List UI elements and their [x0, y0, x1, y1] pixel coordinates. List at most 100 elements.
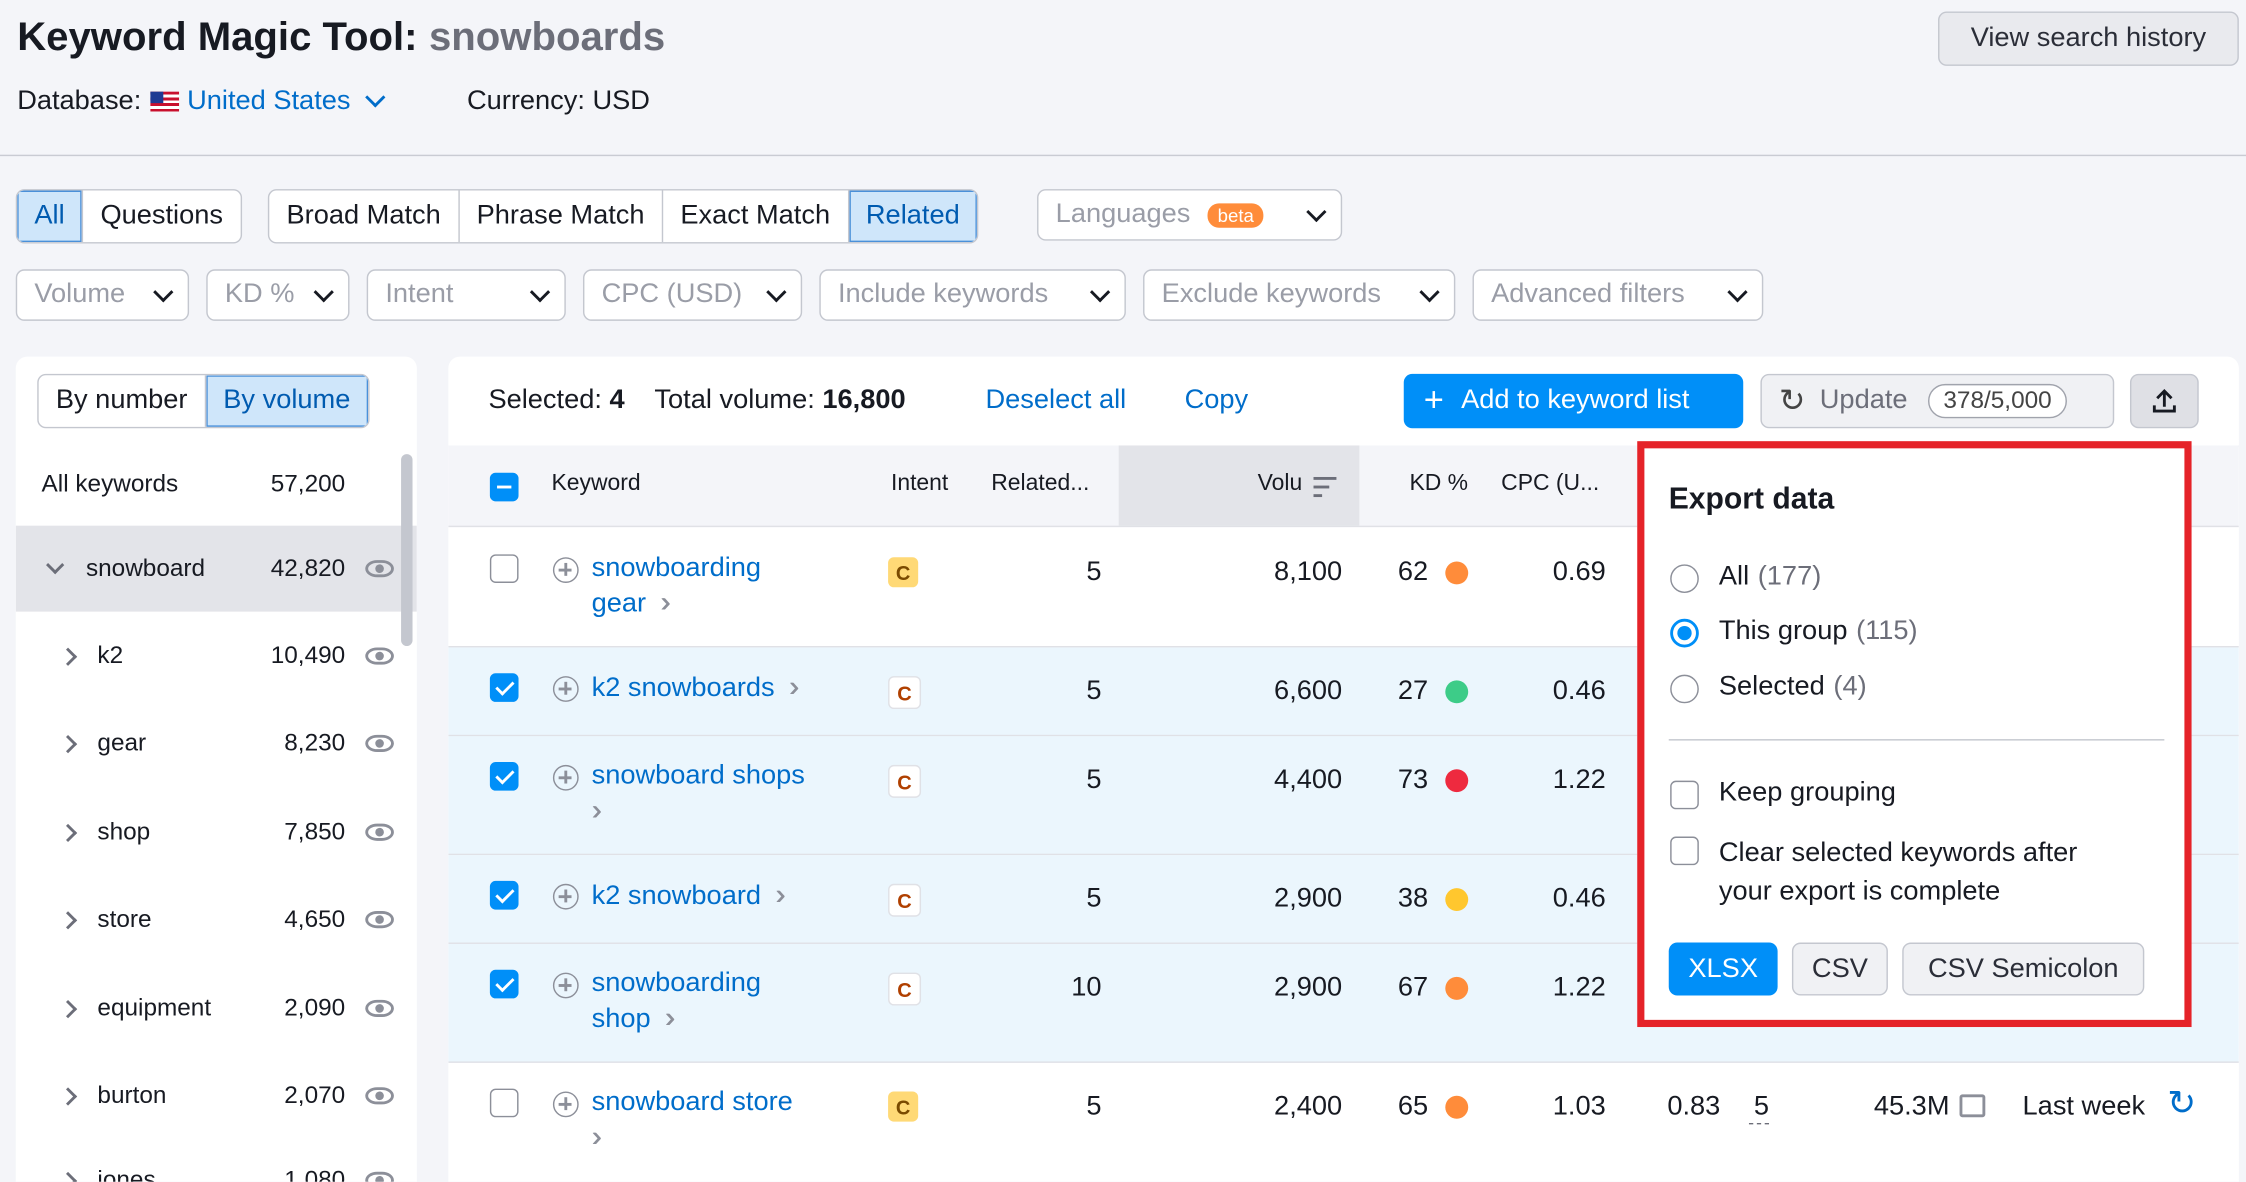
- chevron-down-icon: [46, 555, 65, 575]
- double-chevron-icon[interactable]: ››: [592, 1122, 605, 1154]
- tab-all[interactable]: All: [17, 190, 82, 243]
- tab-related[interactable]: Related: [847, 190, 977, 243]
- exclude-keywords-filter[interactable]: Exclude keywords: [1143, 269, 1456, 321]
- add-circle-icon[interactable]: [552, 1091, 579, 1118]
- group-item-k2[interactable]: k2 10,490: [16, 613, 400, 699]
- us-flag-icon: [149, 91, 179, 112]
- kd-difficulty-dot: [1445, 561, 1469, 585]
- add-circle-icon[interactable]: [552, 883, 579, 910]
- kd-filter[interactable]: KD %: [206, 269, 350, 321]
- copy-link[interactable]: Copy: [1185, 385, 1249, 417]
- group-item-gear[interactable]: gear 8,230: [16, 700, 400, 786]
- by-number-button[interactable]: By number: [39, 375, 205, 427]
- double-chevron-icon[interactable]: ››: [789, 672, 802, 704]
- intent-badge: C: [888, 676, 922, 710]
- double-chevron-icon[interactable]: ››: [660, 587, 673, 619]
- serp-preview-icon[interactable]: [1959, 1094, 1986, 1118]
- column-kd[interactable]: KD %: [1409, 471, 1468, 497]
- keep-grouping-label[interactable]: Keep grouping: [1719, 778, 1896, 810]
- eye-icon[interactable]: [365, 560, 394, 578]
- add-to-keyword-list-button[interactable]: + Add to keyword list: [1403, 373, 1744, 429]
- intent-filter[interactable]: Intent: [366, 269, 566, 321]
- view-search-history-button[interactable]: View search history: [1938, 11, 2239, 66]
- row-checkbox[interactable]: [489, 673, 519, 702]
- beta-badge: beta: [1207, 203, 1264, 228]
- chevron-right-icon: [58, 646, 78, 666]
- tab-questions[interactable]: Questions: [81, 190, 240, 243]
- tab-phrase-match[interactable]: Phrase Match: [457, 190, 662, 243]
- export-selected-radio[interactable]: [1670, 674, 1699, 704]
- row-checkbox[interactable]: [489, 1088, 519, 1118]
- tab-exact-match[interactable]: Exact Match: [661, 190, 848, 243]
- group-item-equipment[interactable]: equipment 2,090: [16, 965, 400, 1051]
- eye-icon[interactable]: [365, 734, 394, 753]
- eye-icon[interactable]: [365, 999, 394, 1018]
- row-checkbox[interactable]: [489, 969, 519, 999]
- export-all-option[interactable]: All (177): [1719, 562, 1821, 594]
- export-csv-semicolon-button[interactable]: CSV Semicolon: [1902, 942, 2145, 996]
- update-button[interactable]: ↻ Update 378/5,000: [1760, 373, 2115, 429]
- serp-features-count[interactable]: 5: [1748, 1091, 1770, 1125]
- column-cpc[interactable]: CPC (U...: [1501, 471, 1599, 497]
- deselect-all-link[interactable]: Deselect all: [985, 385, 1126, 417]
- column-volume[interactable]: Volu: [1118, 445, 1360, 526]
- keyword-link[interactable]: k2 snowboard ››: [592, 878, 936, 914]
- export-all-radio[interactable]: [1670, 564, 1699, 594]
- add-circle-icon[interactable]: [552, 972, 579, 999]
- group-item-shop[interactable]: shop 7,850: [16, 789, 400, 875]
- group-item-store[interactable]: store 4,650: [16, 877, 400, 963]
- sidebar-scrollbar[interactable]: [401, 454, 413, 647]
- selection-summary: Selected: 4 Total volume: 16,800: [488, 385, 906, 416]
- group-item-jones[interactable]: jones 1,080: [16, 1137, 400, 1182]
- select-all-checkbox[interactable]: [489, 472, 519, 502]
- export-csv-button[interactable]: CSV: [1791, 942, 1888, 996]
- include-keywords-filter[interactable]: Include keywords: [819, 269, 1126, 321]
- row-checkbox[interactable]: [489, 762, 519, 791]
- refresh-icon[interactable]: ↻: [2167, 1083, 2196, 1125]
- chevron-down-icon: [1419, 281, 1440, 302]
- keyword-link[interactable]: snowboard store ››: [592, 1086, 878, 1156]
- languages-dropdown[interactable]: Languages beta: [1037, 189, 1343, 241]
- add-circle-icon[interactable]: [552, 676, 579, 702]
- double-chevron-icon[interactable]: ››: [592, 795, 605, 827]
- column-related[interactable]: Related...: [991, 471, 1089, 497]
- group-item-snowboard[interactable]: snowboard 42,820: [15, 525, 417, 612]
- double-chevron-icon[interactable]: ››: [775, 879, 788, 911]
- keyword-link[interactable]: snowboard shops ››: [592, 759, 878, 829]
- row-checkbox[interactable]: [489, 880, 519, 910]
- advanced-filters[interactable]: Advanced filters: [1472, 269, 1764, 321]
- export-selected-option[interactable]: Selected (4): [1719, 672, 1867, 704]
- tab-broad-match[interactable]: Broad Match: [269, 191, 458, 243]
- eye-icon[interactable]: [365, 911, 394, 929]
- keyword-link[interactable]: k2 snowboards ››: [592, 670, 936, 706]
- clear-selected-checkbox[interactable]: [1670, 836, 1699, 866]
- table-row: snowboard store ›› C 5 2,400 65 1.03 0.83…: [448, 1063, 2238, 1182]
- clear-selected-label[interactable]: Clear selected keywords after your export…: [1719, 834, 2078, 911]
- add-circle-icon[interactable]: [552, 557, 579, 583]
- double-chevron-icon[interactable]: ››: [665, 1003, 678, 1035]
- group-item-burton[interactable]: burton 2,070: [16, 1053, 400, 1139]
- by-volume-button[interactable]: By volume: [204, 375, 368, 427]
- all-keywords-item[interactable]: All keywords 57,200: [16, 441, 400, 527]
- eye-icon[interactable]: [365, 1087, 394, 1105]
- column-keyword[interactable]: Keyword: [551, 471, 640, 497]
- add-circle-icon[interactable]: [552, 764, 579, 791]
- keyword-link[interactable]: snowboarding shop ››: [592, 967, 836, 1037]
- chevron-down-icon: [153, 281, 174, 302]
- export-group-radio[interactable]: [1670, 618, 1699, 648]
- volume-filter[interactable]: Volume: [15, 269, 190, 321]
- eye-icon[interactable]: [365, 1171, 394, 1182]
- keyword-link[interactable]: snowboarding gear ››: [592, 551, 836, 621]
- cpc-filter[interactable]: CPC (USD): [582, 269, 803, 321]
- column-intent[interactable]: Intent: [891, 471, 948, 497]
- kd-difficulty-dot: [1445, 888, 1469, 912]
- export-xlsx-button[interactable]: XLSX: [1668, 942, 1778, 996]
- export-button[interactable]: [2129, 373, 2199, 429]
- row-checkbox[interactable]: [489, 554, 519, 583]
- export-group-option[interactable]: This group (115): [1719, 616, 1918, 648]
- eye-icon[interactable]: [365, 647, 394, 665]
- database-selector[interactable]: Database: United States: [17, 86, 385, 118]
- keep-grouping-checkbox[interactable]: [1670, 780, 1699, 810]
- eye-icon[interactable]: [365, 823, 394, 841]
- intent-badge: C: [888, 764, 922, 798]
